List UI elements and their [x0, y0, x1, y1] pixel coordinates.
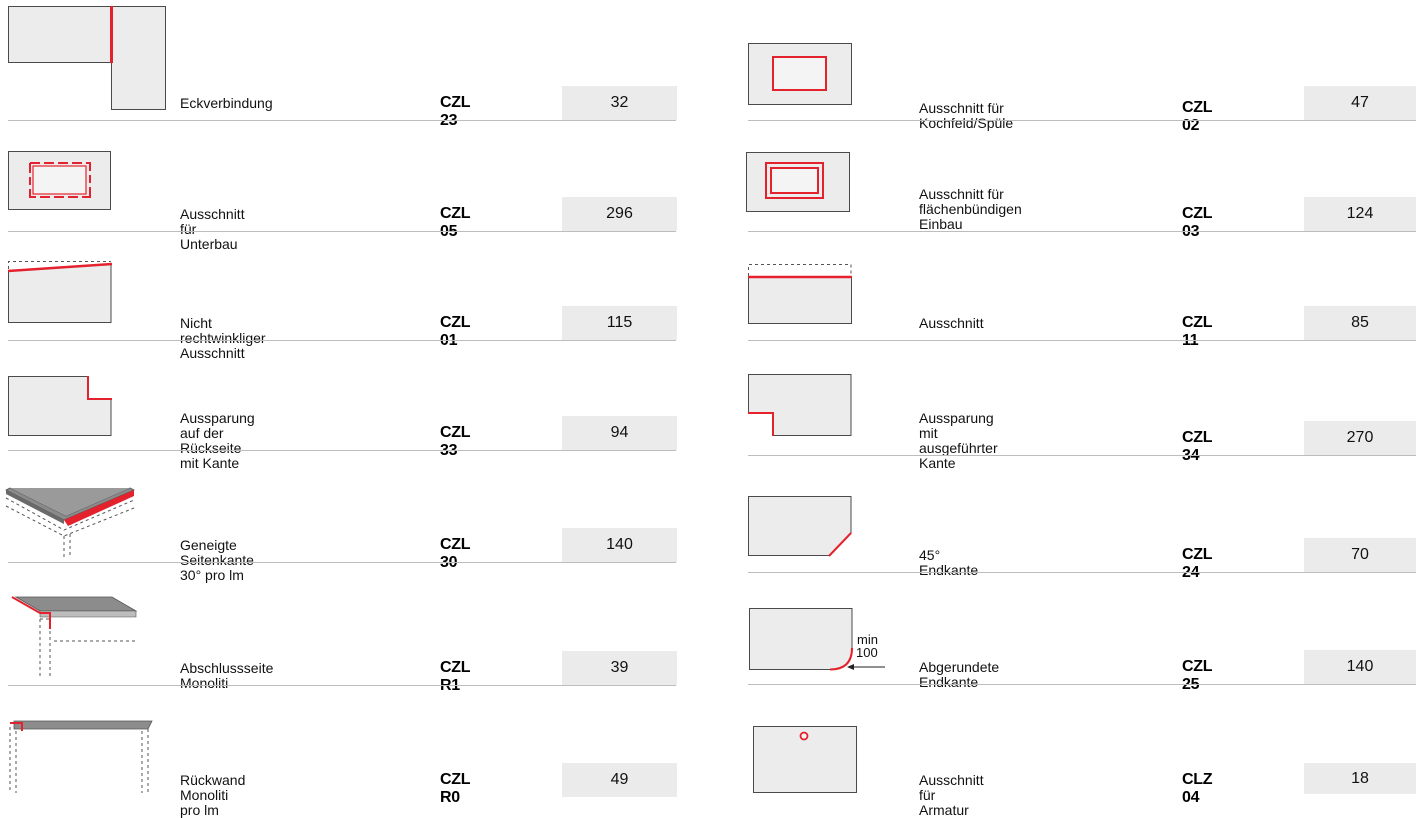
right-desc-1: Ausschnitt für flächenbündigen Einbau — [919, 186, 1022, 232]
row-divider — [748, 684, 1416, 685]
inclined-edge-diagram — [5, 487, 135, 558]
right-price-0: 47 — [1304, 86, 1416, 120]
right-code-5: CZL 25 — [1182, 658, 1212, 693]
right-desc-2: Ausschnitt — [919, 315, 984, 331]
row-divider — [8, 340, 676, 341]
left-code-0: CZL 23 — [440, 94, 470, 129]
right-price-2: 85 — [1304, 306, 1416, 340]
left-price-1: 296 — [562, 197, 677, 231]
right-desc-6: Ausschnitt für Armatur — [919, 772, 984, 818]
left-code-2: CZL 01 — [440, 314, 470, 349]
right-code-3: CZL 34 — [1182, 429, 1212, 464]
cooktop-cutout-diagram — [748, 43, 852, 105]
row-divider — [8, 120, 676, 121]
row-divider — [8, 450, 676, 451]
right-desc-5: Abgerundete Endkante — [919, 659, 1000, 690]
right-code-0: CZL 02 — [1182, 99, 1212, 134]
left-desc-3: Aussparung auf der Rückseite mit Kante — [180, 410, 255, 471]
cutout-diagram — [748, 264, 852, 324]
row-divider — [8, 231, 676, 232]
right-code-1: CZL 03 — [1182, 205, 1212, 240]
right-code-4: CZL 24 — [1182, 546, 1212, 581]
left-desc-2: Nicht rechtwinkliger Ausschnitt — [180, 315, 266, 361]
right-price-1: 124 — [1304, 197, 1416, 231]
right-desc-3: Aussparung mit ausgeführter Kante — [919, 410, 998, 471]
left-desc-5: Abschlussseite Monoliti — [180, 660, 274, 691]
monoliti-end-diagram — [11, 596, 138, 677]
left-desc-6: Rückwand Monoliti pro lm — [180, 772, 246, 818]
left-price-0: 32 — [562, 86, 677, 120]
row-divider — [748, 231, 1416, 232]
row-divider — [748, 455, 1416, 456]
recess-with-edge-diagram — [748, 374, 852, 436]
left-code-5: CZL R1 — [440, 659, 470, 694]
back-recess-diagram — [8, 376, 112, 436]
monoliti-back-wall-diagram — [9, 720, 153, 793]
right-price-4: 70 — [1304, 538, 1416, 572]
left-code-4: CZL 30 — [440, 536, 470, 571]
45-degree-end-edge-diagram — [748, 496, 852, 557]
row-divider — [8, 562, 676, 563]
right-desc-0: Ausschnitt für Kochfeld/Spüle — [919, 100, 1014, 131]
right-code-6: CLZ 04 — [1182, 771, 1213, 806]
faucet-cutout-diagram — [753, 726, 857, 793]
right-code-2: CZL 11 — [1182, 314, 1212, 349]
left-desc-4: Geneigte Seitenkante 30° pro lm — [180, 537, 254, 583]
left-price-6: 49 — [562, 763, 677, 797]
min-value: 100 — [856, 645, 878, 660]
left-price-5: 39 — [562, 651, 677, 685]
rounded-end-edge-diagram — [749, 608, 853, 671]
left-price-3: 94 — [562, 416, 677, 450]
row-divider — [8, 685, 676, 686]
left-code-1: CZL 05 — [440, 205, 470, 240]
left-desc-1: Ausschnitt für Unterbau — [180, 206, 245, 252]
row-divider — [748, 340, 1416, 341]
right-desc-4: 45° Endkante — [919, 547, 979, 578]
right-price-5: 140 — [1304, 650, 1416, 684]
row-divider — [748, 572, 1416, 573]
left-desc-0: Eckverbindung — [180, 95, 273, 111]
left-code-3: CZL 33 — [440, 424, 470, 459]
row-divider — [748, 120, 1416, 121]
flush-mount-cutout-diagram — [746, 152, 850, 212]
right-price-6: 18 — [1304, 763, 1416, 794]
corner-joint-diagram — [8, 6, 166, 110]
non-rectangular-cutout-diagram — [7, 261, 113, 323]
left-price-4: 140 — [562, 528, 677, 562]
right-price-3: 270 — [1304, 421, 1416, 455]
undermount-cutout-diagram — [8, 151, 111, 210]
left-price-2: 115 — [562, 306, 677, 340]
left-code-6: CZL R0 — [440, 771, 470, 806]
